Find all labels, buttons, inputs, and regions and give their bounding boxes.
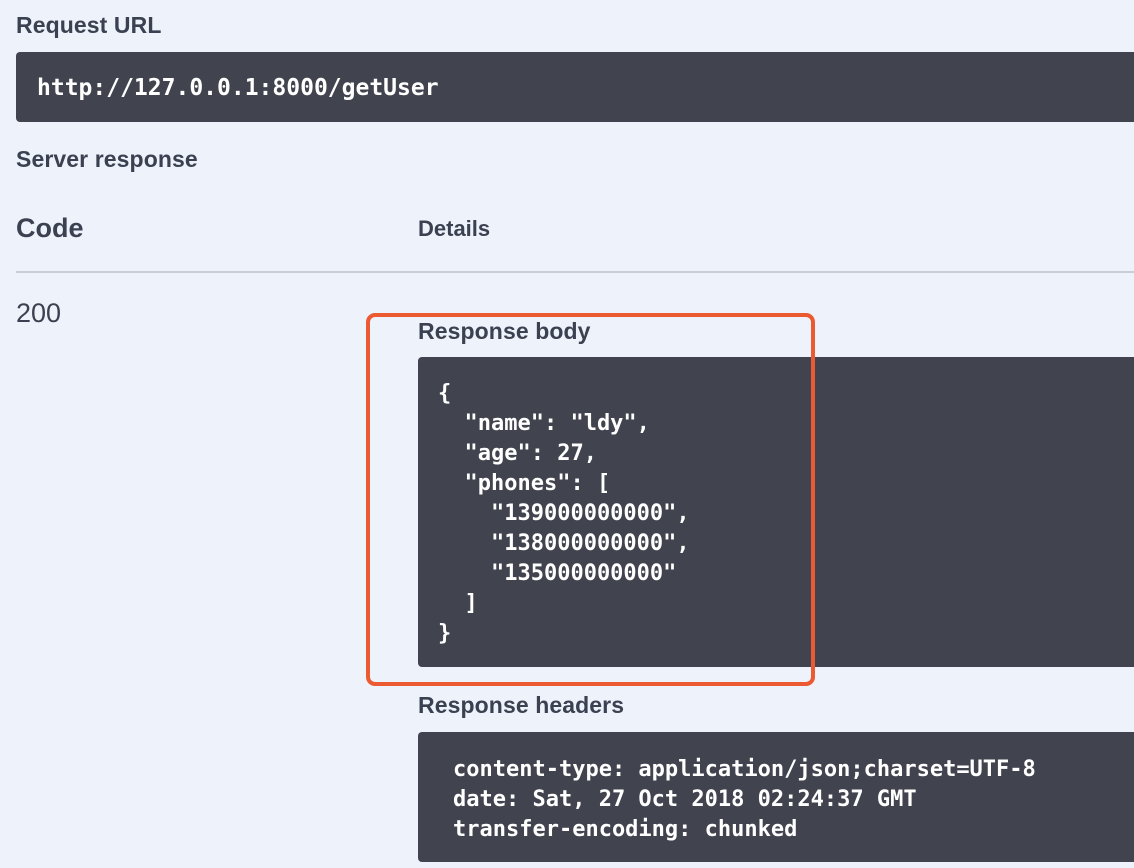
table-divider bbox=[16, 271, 1134, 273]
request-url-label: Request URL bbox=[16, 12, 162, 38]
details-column-header: Details bbox=[418, 216, 491, 241]
response-headers-label: Response headers bbox=[418, 692, 625, 718]
response-body-label: Response body bbox=[418, 318, 591, 344]
response-body-code[interactable]: { "name": "ldy", "age": 27, "phones": [ … bbox=[418, 357, 1134, 667]
server-response-label: Server response bbox=[16, 146, 198, 172]
response-headers-code[interactable]: content-type: application/json;charset=U… bbox=[418, 732, 1134, 862]
request-url-value[interactable]: http://127.0.0.1:8000/getUser bbox=[16, 52, 1134, 122]
code-column-header: Code bbox=[16, 213, 84, 243]
response-status-code: 200 bbox=[16, 298, 62, 328]
